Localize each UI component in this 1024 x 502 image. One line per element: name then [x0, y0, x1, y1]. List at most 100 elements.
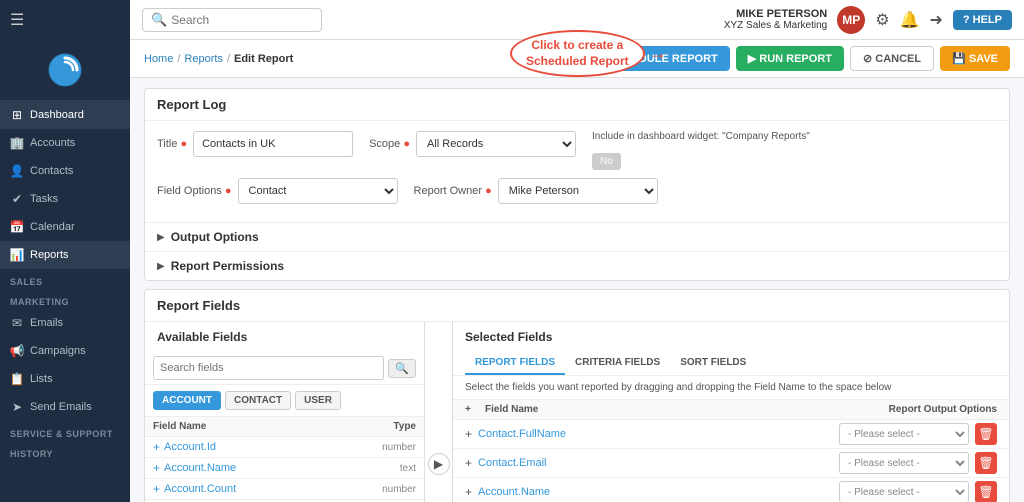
sel-col-field-header: Field Name	[485, 404, 777, 415]
scope-group: Scope ● All Records	[369, 131, 576, 157]
col-type-header: Type	[356, 421, 416, 432]
campaigns-icon: 📢	[10, 344, 24, 358]
tab-report-fields[interactable]: REPORT FIELDS	[465, 352, 565, 375]
field-name[interactable]: Account.Name	[164, 462, 356, 474]
add-field-icon[interactable]: +	[153, 482, 160, 496]
tab-user[interactable]: USER	[295, 391, 341, 410]
topbar-right: MIKE PETERSON XYZ Sales & Marketing MP ⚙…	[724, 6, 1012, 34]
sidebar-item-send-emails[interactable]: ➤ Send Emails	[0, 393, 130, 421]
field-name[interactable]: Account.Count	[164, 483, 356, 495]
title-group: Title ●	[157, 131, 353, 157]
selected-fields-title: Selected Fields	[453, 322, 1009, 352]
breadcrumb-reports[interactable]: Reports	[184, 53, 223, 65]
field-list-item[interactable]: + Account.Countnumber	[145, 479, 424, 500]
field-list: +Account.Idnumber+Account.Nametext+Accou…	[145, 437, 424, 502]
report-log-form: Title ● Scope ● All Records Include in d…	[145, 121, 1009, 222]
output-options-select[interactable]: - Please select -	[839, 452, 969, 474]
reorder-icon[interactable]: +	[465, 427, 472, 441]
add-field-icon[interactable]: +	[153, 461, 160, 475]
field-list-item[interactable]: +Account.Idnumber	[145, 437, 424, 458]
selected-field-row: +Contact.Email- Please select -🗑	[453, 449, 1009, 478]
report-owner-label: Report Owner ●	[414, 185, 492, 197]
cancel-button[interactable]: ⊘ CANCEL	[850, 46, 934, 71]
selected-fields-panel: Selected Fields REPORT FIELDS CRITERIA F…	[453, 322, 1009, 502]
permissions-chevron-icon: ▶	[157, 261, 165, 272]
title-label: Title ●	[157, 138, 187, 150]
scope-label: Scope ●	[369, 138, 410, 150]
output-options-select[interactable]: - Please select -	[839, 423, 969, 445]
output-options-select[interactable]: - Please select -	[839, 481, 969, 502]
save-button[interactable]: 💾 SAVE	[940, 46, 1010, 71]
section-service-label: SERVICE & SUPPORT	[0, 421, 130, 441]
logo-icon	[47, 52, 83, 88]
calendar-icon: 📅	[10, 220, 24, 234]
field-name[interactable]: Account.Id	[164, 441, 356, 453]
schedule-report-button[interactable]: ⊙ SCHEDULE REPORT	[584, 46, 730, 71]
tab-criteria-fields[interactable]: CRITERIA FIELDS	[565, 352, 670, 375]
title-input[interactable]	[193, 131, 353, 157]
selected-field-name: Contact.FullName	[478, 428, 833, 440]
field-options-group: Field Options ● Contact	[157, 178, 398, 204]
field-list-item[interactable]: +Account.Nametext	[145, 458, 424, 479]
field-options-select[interactable]: Contact	[238, 178, 398, 204]
sidebar-logo	[0, 40, 130, 101]
delete-field-button[interactable]: 🗑	[975, 481, 997, 502]
arrow-right-icon[interactable]: ▶	[428, 453, 450, 475]
action-bar: Home / Reports / Edit Report Click to cr…	[130, 40, 1024, 78]
delete-field-button[interactable]: 🗑	[975, 452, 997, 474]
sidebar-item-campaigns[interactable]: 📢 Campaigns	[0, 337, 130, 365]
available-fields-panel: Available Fields 🔍 ACCOUNT CONTACT USER …	[145, 322, 425, 502]
sidebar-item-tasks[interactable]: ✔ Tasks	[0, 185, 130, 213]
delete-field-button[interactable]: 🗑	[975, 423, 997, 445]
selected-list-header: + Field Name Report Output Options	[453, 399, 1009, 420]
field-search-area: 🔍	[145, 352, 424, 385]
fields-layout: Available Fields 🔍 ACCOUNT CONTACT USER …	[145, 322, 1009, 502]
report-owner-group: Report Owner ● Mike Peterson	[414, 178, 658, 204]
emails-icon: ✉	[10, 316, 24, 330]
avatar[interactable]: MP	[837, 6, 865, 34]
report-owner-select[interactable]: Mike Peterson	[498, 178, 658, 204]
output-options-row[interactable]: ▶ Output Options	[145, 222, 1009, 251]
topbar: 🔍 MIKE PETERSON XYZ Sales & Marketing MP…	[130, 0, 1024, 40]
selected-list: +Contact.FullName- Please select -🗑+Cont…	[453, 420, 1009, 502]
sidebar-item-lists[interactable]: 📋 Lists	[0, 365, 130, 393]
help-button[interactable]: ? HELP	[953, 10, 1012, 30]
tab-sort-fields[interactable]: SORT FIELDS	[670, 352, 756, 375]
report-permissions-row[interactable]: ▶ Report Permissions	[145, 251, 1009, 280]
user-info: MIKE PETERSON XYZ Sales & Marketing	[724, 8, 827, 31]
hamburger-icon[interactable]: ☰	[0, 0, 130, 40]
form-row-2: Field Options ● Contact Report Owner ● M…	[157, 178, 997, 204]
logout-icon[interactable]: ➜	[929, 10, 942, 30]
field-list-header: Field Name Type	[145, 416, 424, 437]
run-report-button[interactable]: ▶ RUN REPORT	[736, 46, 844, 71]
dashboard-label: Include in dashboard widget: "Company Re…	[592, 131, 712, 143]
selected-field-tabs: REPORT FIELDS CRITERIA FIELDS SORT FIELD…	[453, 352, 1009, 376]
settings-icon[interactable]: ⚙	[875, 10, 889, 30]
sidebar-item-calendar[interactable]: 📅 Calendar	[0, 213, 130, 241]
selected-field-row: + Contact.FullName - Please select - 🗑	[453, 420, 1009, 449]
field-search-button[interactable]: 🔍	[388, 359, 416, 378]
output-chevron-icon: ▶	[157, 232, 165, 243]
sidebar-item-emails[interactable]: ✉ Emails	[0, 309, 130, 337]
field-type: number	[356, 484, 416, 495]
sidebar-item-accounts[interactable]: 🏢 Accounts	[0, 129, 130, 157]
notifications-icon[interactable]: 🔔	[900, 10, 920, 30]
tab-account[interactable]: ACCOUNT	[153, 391, 221, 410]
reorder-icon[interactable]: +	[465, 485, 472, 499]
transfer-arrow: ▶	[425, 322, 453, 502]
page-content: Report Log Title ● Scope ● All Records I	[130, 78, 1024, 502]
scope-select[interactable]: All Records	[416, 131, 576, 157]
tab-contact[interactable]: CONTACT	[225, 391, 291, 410]
field-search-input[interactable]	[153, 356, 384, 380]
breadcrumb-home[interactable]: Home	[144, 53, 173, 65]
selected-field-name: Account.Name	[478, 486, 833, 498]
search-icon: 🔍	[151, 12, 167, 28]
sidebar-item-reports[interactable]: 📊 Reports	[0, 241, 130, 269]
toggle-no-button[interactable]: No	[592, 153, 621, 170]
sidebar-item-contacts[interactable]: 👤 Contacts	[0, 157, 130, 185]
add-field-icon[interactable]: +	[153, 440, 160, 454]
sidebar-item-dashboard[interactable]: ⊞ Dashboard	[0, 101, 130, 129]
search-input[interactable]	[171, 13, 291, 27]
reorder-icon[interactable]: +	[465, 456, 472, 470]
search-box[interactable]: 🔍	[142, 8, 322, 32]
